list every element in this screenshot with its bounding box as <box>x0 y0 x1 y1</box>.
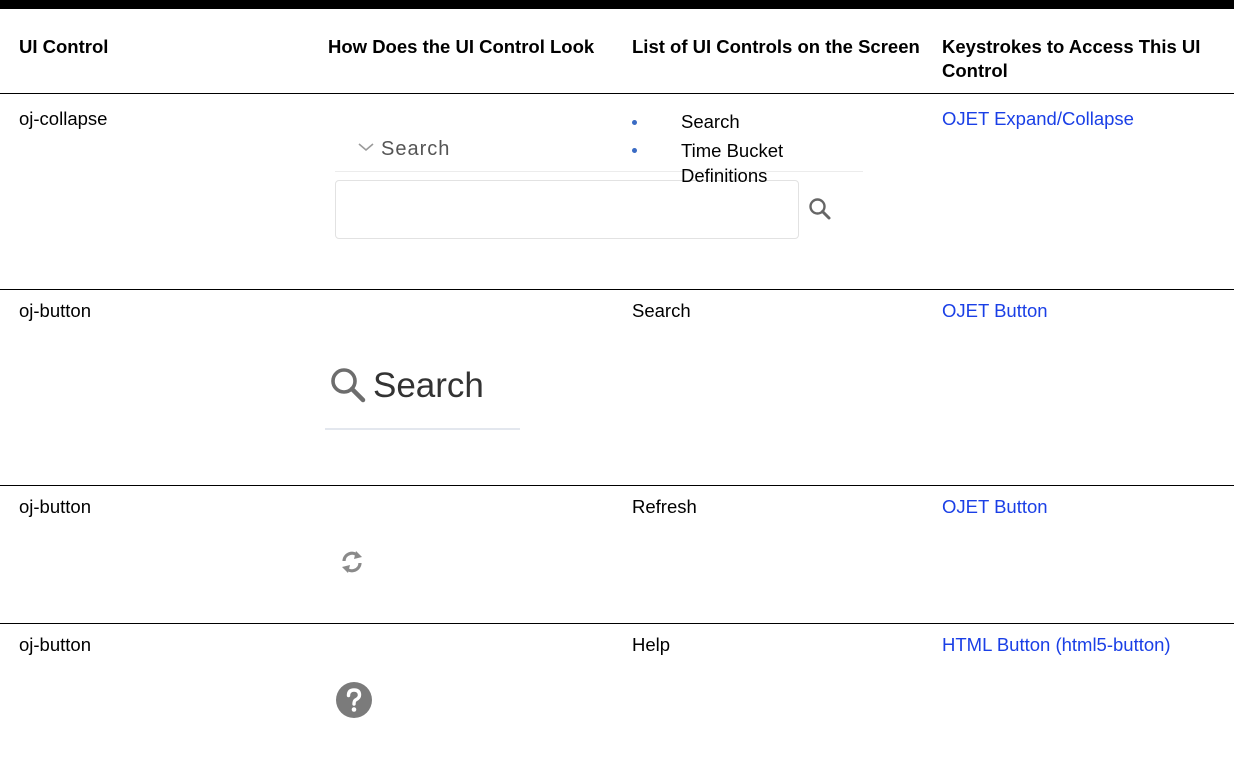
header-look: How Does the UI Control Look <box>328 36 595 57</box>
ui-control-name: oj-collapse <box>19 108 108 129</box>
keystrokes-link[interactable]: OJET Button <box>942 299 1048 323</box>
refresh-icon[interactable] <box>340 550 364 574</box>
list-item: Time Bucket Definitions <box>681 140 784 186</box>
header-keystrokes: Keystrokes to Access This UI Control <box>942 36 1201 81</box>
bullet <box>630 140 642 160</box>
collapse-header-label[interactable]: Search <box>381 137 450 161</box>
list-item: Search <box>681 111 740 132</box>
list-item: Search <box>632 300 691 321</box>
search-button[interactable]: Search <box>325 360 520 430</box>
search-button-label: Search <box>373 366 484 405</box>
keystrokes-link[interactable]: OJET Expand/Collapse <box>942 107 1134 131</box>
list-item: Refresh <box>632 496 697 517</box>
header-rule <box>0 93 1234 94</box>
row-rule <box>0 623 1234 624</box>
row-rule <box>0 485 1234 486</box>
search-input[interactable] <box>335 180 799 239</box>
search-icon[interactable] <box>807 196 833 222</box>
keystrokes-link[interactable]: HTML Button (html5-button) <box>942 633 1192 657</box>
row-rule <box>0 289 1234 290</box>
list-item: Help <box>632 634 671 655</box>
top-border <box>0 0 1234 9</box>
search-icon <box>328 365 368 405</box>
help-icon[interactable] <box>334 680 374 720</box>
ui-control-name: oj-button <box>19 634 91 655</box>
header-controls-list: List of UI Controls on the Screen <box>632 36 920 57</box>
keystrokes-link[interactable]: OJET Button <box>942 495 1048 519</box>
header-ui-control: UI Control <box>19 36 109 57</box>
ui-control-name: oj-button <box>19 300 91 321</box>
bullet <box>630 112 642 132</box>
ui-control-name: oj-button <box>19 496 91 517</box>
chevron-down-icon[interactable] <box>356 137 376 157</box>
